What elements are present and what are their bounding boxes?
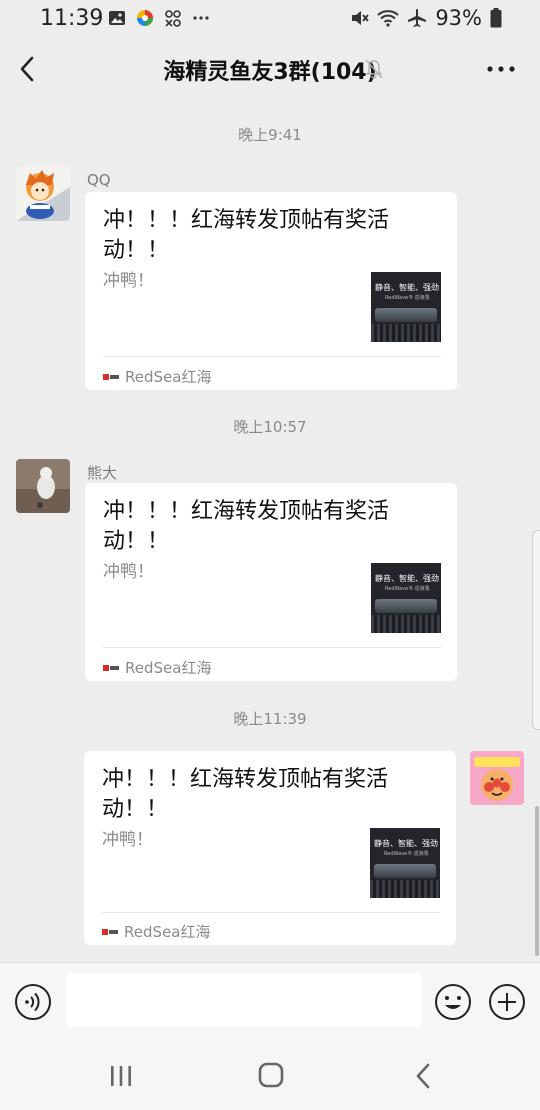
status-notification-icons: [108, 9, 210, 27]
thumbnail-text: 静音、智能、强劲: [375, 574, 439, 583]
card-source: RedSea红海: [103, 366, 211, 387]
source-name: RedSea红海: [125, 659, 212, 677]
thumbnail-product: [375, 308, 437, 322]
redsea-logo-icon: [102, 928, 118, 935]
card-divider: [103, 647, 441, 648]
more-dots-icon: [193, 16, 209, 20]
source-name: RedSea红海: [124, 923, 211, 941]
voice-icon[interactable]: [14, 983, 52, 1021]
recent-apps-icon[interactable]: [108, 1064, 134, 1088]
thumbnail-rack: [371, 615, 441, 633]
home-icon[interactable]: [258, 1062, 284, 1088]
link-card[interactable]: 冲！！！红海转发顶帖有奖活动！！ 冲鸭！ 静音、智能、强劲 RedWave® 造…: [85, 192, 457, 390]
avatar-self[interactable]: [470, 751, 524, 805]
card-thumbnail: 静音、智能、强劲 RedWave® 造浪泵: [370, 828, 440, 898]
status-time: 11:39: [40, 6, 104, 31]
message-time: 晚上11:39: [233, 710, 307, 728]
wifi-icon: [377, 10, 399, 27]
avatar-anpanman-icon: [470, 751, 524, 805]
more-horizontal-icon[interactable]: [486, 58, 516, 80]
plus-circle-icon[interactable]: [488, 983, 526, 1021]
message-time: 晚上10:57: [233, 418, 307, 436]
status-bar: 11:39 93%: [0, 0, 540, 38]
card-description: 冲鸭！: [103, 562, 154, 582]
game-icon: [165, 10, 181, 27]
thumbnail-product: [374, 864, 436, 878]
app-icon: [137, 10, 153, 26]
battery-icon: [490, 8, 502, 28]
thumbnail-text: 静音、智能、强劲: [374, 839, 438, 848]
card-source: RedSea红海: [103, 657, 211, 678]
card-divider: [103, 356, 441, 357]
bell-muted-icon: [365, 59, 383, 79]
card-description: 冲鸭！: [102, 830, 153, 850]
card-thumbnail: 静音、智能、强劲 RedWave® 造浪泵: [371, 563, 441, 633]
gallery-icon: [109, 11, 125, 25]
thumbnail-rack: [370, 880, 440, 898]
airplane-icon: [408, 9, 427, 27]
status-right-icons: 93%: [349, 6, 502, 30]
card-title: 冲！！！红海转发顶帖有奖活动！！: [102, 767, 389, 822]
redsea-logo-icon: [103, 664, 119, 671]
card-title: 冲！！！红海转发顶帖有奖活动！！: [103, 499, 390, 554]
avatar[interactable]: [16, 167, 70, 221]
emoji-icon[interactable]: [434, 983, 472, 1021]
card-title: 冲！！！红海转发顶帖有奖活动！！: [103, 208, 390, 263]
redsea-logo-icon: [103, 373, 119, 380]
thumbnail-rack: [371, 324, 441, 342]
avatar[interactable]: [16, 459, 70, 513]
battery-percentage: 93%: [435, 6, 482, 30]
card-description: 冲鸭！: [103, 271, 154, 291]
link-card[interactable]: 冲！！！红海转发顶帖有奖活动！！ 冲鸭！ 静音、智能、强劲 RedWave® 造…: [84, 751, 456, 945]
scroll-handle[interactable]: [532, 530, 540, 730]
thumbnail-subtext: RedWave® 造浪泵: [384, 851, 429, 857]
sender-name: 熊大: [87, 464, 118, 482]
card-thumbnail: 静音、智能、强劲 RedWave® 造浪泵: [371, 272, 441, 342]
avatar-cartoon-icon: [16, 167, 70, 221]
thumbnail-text: 静音、智能、强劲: [375, 283, 439, 292]
chat-header: 海精灵鱼友3群(104): [0, 38, 540, 100]
mute-icon: [352, 11, 370, 25]
card-source: RedSea红海: [102, 921, 210, 942]
thumbnail-subtext: RedWave® 造浪泵: [385, 295, 430, 301]
chat-title: 海精灵鱼友3群(104): [163, 60, 377, 85]
back-icon[interactable]: [412, 1062, 434, 1090]
card-divider: [102, 912, 440, 913]
scrollbar-thumb[interactable]: [535, 806, 539, 956]
system-nav-bar: [0, 1040, 540, 1110]
message-input[interactable]: [66, 973, 422, 1027]
thumbnail-subtext: RedWave® 造浪泵: [385, 586, 430, 592]
thumbnail-product: [375, 599, 437, 613]
message-time: 晚上9:41: [238, 126, 302, 144]
input-bar: [0, 962, 540, 1040]
link-card[interactable]: 冲！！！红海转发顶帖有奖活动！！ 冲鸭！ 静音、智能、强劲 RedWave® 造…: [85, 483, 457, 681]
sender-name: QQ: [87, 171, 111, 189]
avatar-photo-icon: [16, 459, 70, 513]
source-name: RedSea红海: [125, 368, 212, 386]
